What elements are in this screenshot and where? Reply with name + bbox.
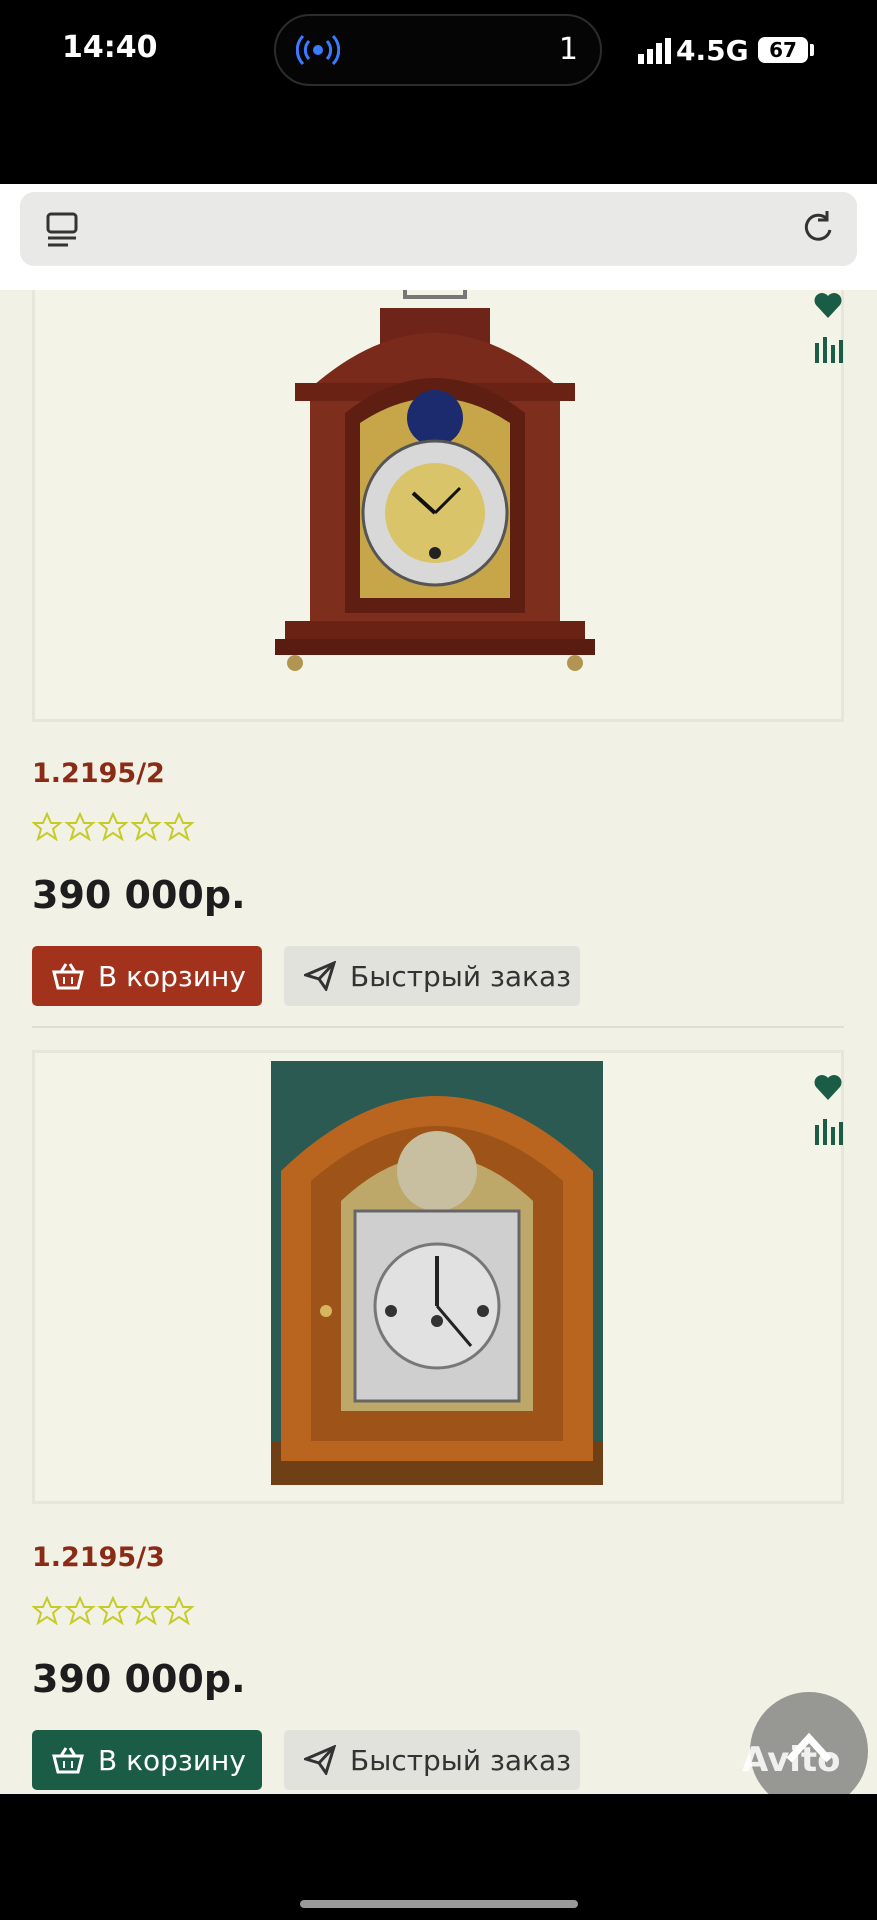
- product-list: 1.2195/2 390 000р. В корзину Быстрый зак…: [0, 290, 877, 1794]
- product-sku[interactable]: 1.2195/3: [32, 1542, 165, 1573]
- basket-icon: [52, 963, 84, 990]
- compare-icon[interactable]: [813, 1117, 843, 1147]
- quick-order-button[interactable]: Быстрый заказ: [284, 946, 580, 1006]
- card-actions: [805, 291, 851, 381]
- rating-stars[interactable]: [32, 1596, 202, 1626]
- add-to-cart-label: В корзину: [98, 959, 246, 993]
- signal-icon: [638, 38, 671, 64]
- add-to-cart-button[interactable]: В корзину: [32, 1730, 262, 1790]
- basket-icon: [52, 1747, 84, 1774]
- compare-icon[interactable]: [813, 335, 843, 365]
- divider: [32, 1026, 844, 1028]
- quick-order-button[interactable]: Быстрый заказ: [284, 1730, 580, 1790]
- watermark: Avito: [742, 1740, 841, 1780]
- dynamic-island[interactable]: 1: [274, 14, 602, 86]
- tabs-icon[interactable]: [44, 210, 82, 250]
- heart-icon[interactable]: [813, 291, 843, 319]
- mantel-clock-image[interactable]: [271, 1061, 603, 1485]
- product-image-frame[interactable]: [32, 290, 844, 722]
- heart-icon[interactable]: [813, 1073, 843, 1101]
- product-price: 390 000р.: [32, 873, 246, 917]
- address-bar[interactable]: [20, 192, 857, 266]
- quick-order-label: Быстрый заказ: [350, 959, 572, 993]
- rating-stars[interactable]: [32, 812, 202, 842]
- quick-order-label: Быстрый заказ: [350, 1743, 572, 1777]
- product-sku[interactable]: 1.2195/2: [32, 758, 165, 789]
- add-to-cart-button[interactable]: В корзину: [32, 946, 262, 1006]
- status-time: 14:40: [62, 30, 158, 65]
- add-to-cart-label: В корзину: [98, 1743, 246, 1777]
- product-image-frame[interactable]: [32, 1050, 844, 1504]
- battery-icon: 67: [758, 37, 808, 63]
- send-icon: [304, 1745, 336, 1775]
- reload-icon[interactable]: [800, 208, 838, 248]
- card-actions: [805, 1073, 851, 1163]
- product-price: 390 000р.: [32, 1657, 246, 1701]
- home-indicator[interactable]: [300, 1900, 578, 1908]
- send-icon: [304, 961, 336, 991]
- island-count: 1: [558, 32, 578, 67]
- mantel-clock-image[interactable]: [265, 290, 605, 703]
- battery-nub: [810, 44, 814, 56]
- network-type: 4.5G: [676, 34, 749, 67]
- broadcast-icon: [296, 34, 340, 66]
